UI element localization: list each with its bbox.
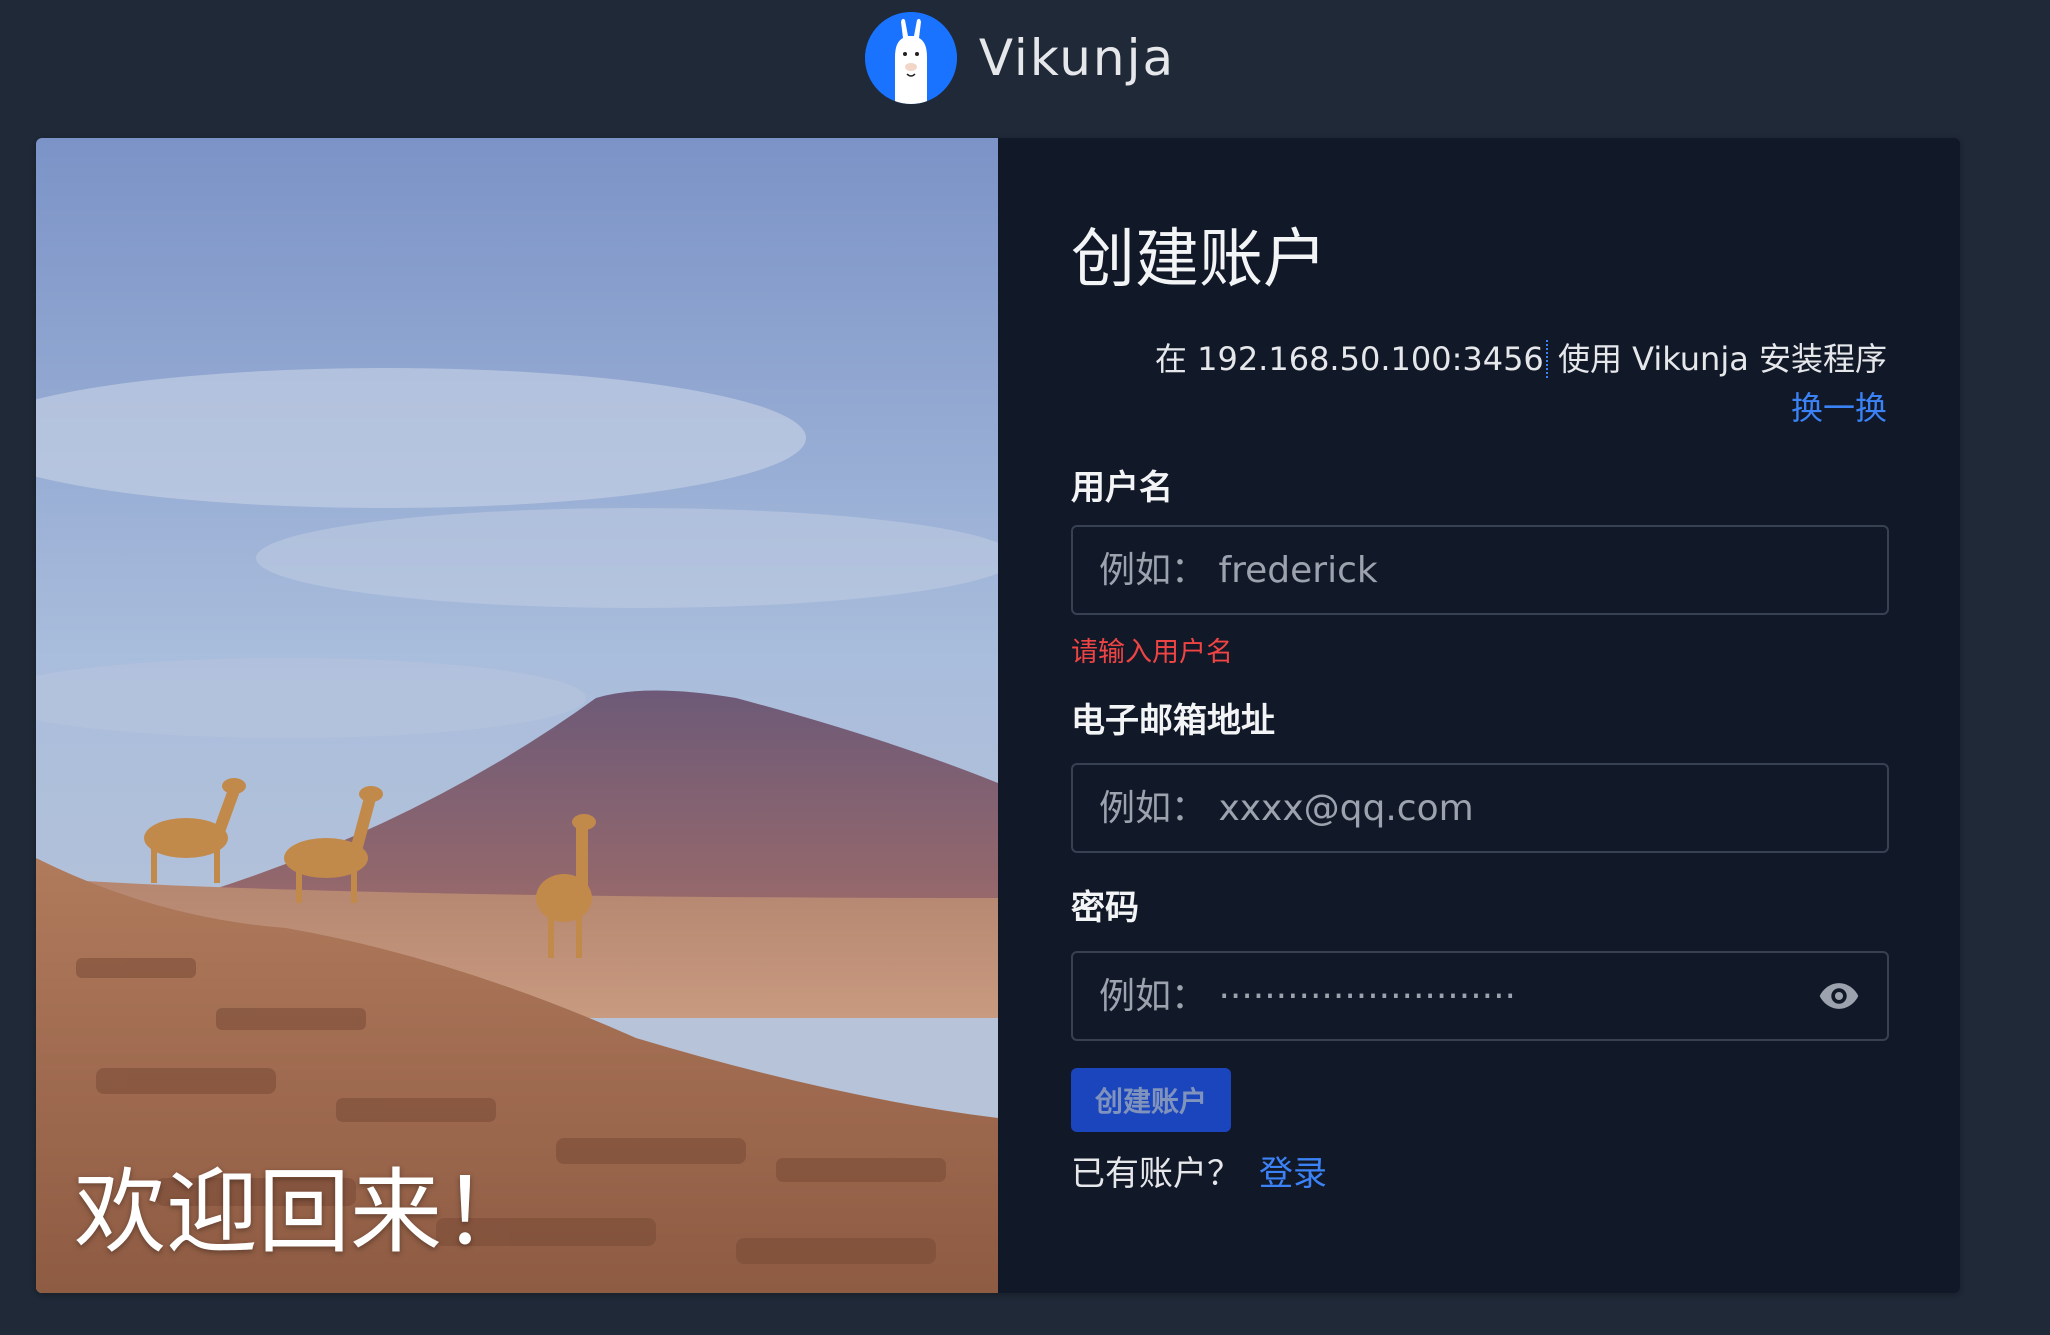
email-input[interactable] <box>1099 787 1861 829</box>
password-input[interactable] <box>1099 975 1861 1017</box>
password-field[interactable] <box>1071 951 1889 1041</box>
username-field[interactable] <box>1071 525 1889 615</box>
server-suffix: 使用 Vikunja 安装程序 <box>1557 340 1887 378</box>
app-name: Vikunja <box>978 29 1176 87</box>
hero-title: 欢迎回来！ <box>74 1159 535 1266</box>
username-input[interactable] <box>1099 549 1861 591</box>
server-url: 192.168.50.100:3456 <box>1197 340 1548 378</box>
password-label: 密码 <box>1071 888 1139 928</box>
page-title: 创建账户 <box>1071 223 1327 297</box>
email-field[interactable] <box>1071 763 1889 853</box>
eye-icon[interactable] <box>1817 974 1861 1018</box>
username-error: 请输入用户名 <box>1071 637 1233 668</box>
auth-card: 欢迎回来！ 创建账户 在 192.168.50.100:3456 使用 Viku… <box>36 138 1960 1293</box>
server-prefix: 在 <box>1154 340 1187 378</box>
have-account-text: 已有账户？ <box>1071 1154 1241 1194</box>
email-label: 电子邮箱地址 <box>1071 701 1275 741</box>
vikunja-logo-icon <box>864 12 957 104</box>
brand[interactable]: Vikunja <box>864 12 1176 104</box>
username-label: 用户名 <box>1071 468 1173 508</box>
header: Vikunja <box>0 0 2050 138</box>
create-account-button[interactable]: 创建账户 <box>1071 1068 1231 1132</box>
change-server-link[interactable]: 换一换 <box>1791 383 1887 429</box>
server-info: 在 192.168.50.100:3456 使用 Vikunja 安装程序 <box>1155 334 1887 380</box>
login-prompt: 已有账户？ 登录 <box>1071 1146 1327 1195</box>
hero-image: 欢迎回来！ <box>36 138 998 1293</box>
login-link[interactable]: 登录 <box>1259 1154 1327 1194</box>
register-panel: 创建账户 在 192.168.50.100:3456 使用 Vikunja 安装… <box>998 138 1960 1293</box>
